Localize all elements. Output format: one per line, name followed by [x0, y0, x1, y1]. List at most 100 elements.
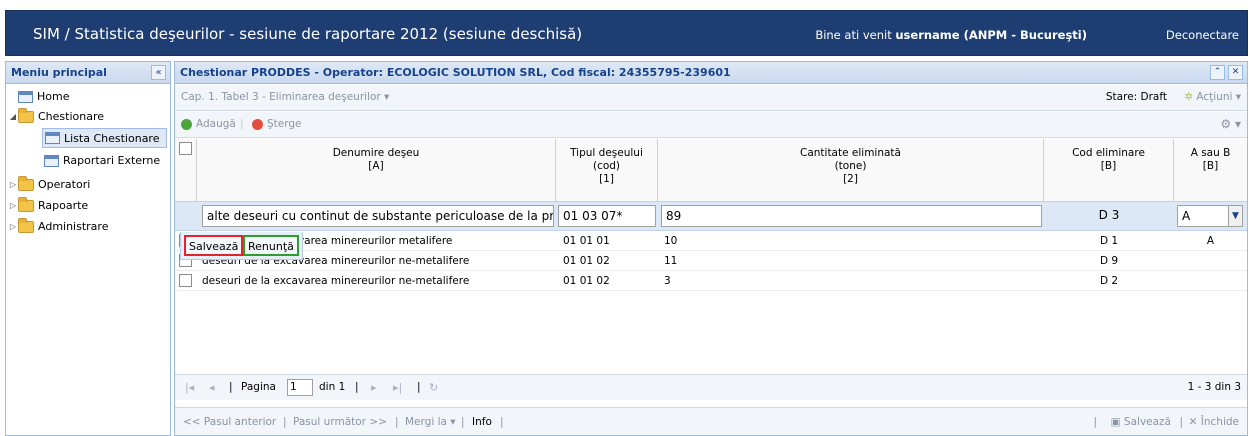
status-label: Stare: Draft [1105, 91, 1167, 103]
table-row[interactable]: deseuri de la excavarea minereurilor ne-… [175, 251, 1247, 271]
footer-separator: | [1093, 416, 1097, 428]
logout-link[interactable]: Deconectare [1166, 28, 1239, 42]
column-title: Denumire deşeu [332, 147, 420, 159]
maximize-icon[interactable]: ⌃ [1210, 65, 1225, 80]
cell-cantitate: 10 [664, 235, 678, 247]
info-button[interactable]: Info [472, 416, 492, 428]
cell-cod-eliminare: D 2 [1099, 275, 1119, 287]
row-checkbox[interactable] [179, 274, 192, 287]
add-label: Adaugă [196, 118, 236, 130]
footer-separator: | [283, 416, 287, 428]
actions-menu-button[interactable]: ✲ Acţiuni ▾ [1184, 91, 1241, 103]
menu-item-home[interactable]: Home [18, 90, 69, 103]
denumire-field[interactable]: alte deseuri cu continut de substante pe… [202, 205, 554, 227]
save-label: Salvează [1123, 416, 1171, 428]
column-index: [1] [599, 173, 614, 185]
footer-separator: | [461, 416, 465, 428]
column-header-cod-eliminare[interactable]: Cod eliminare [B] [1044, 139, 1174, 201]
cell-cod: 01 01 02 [563, 275, 610, 287]
column-title: A sau B [1190, 147, 1231, 159]
menu-item-rapoarte[interactable]: ▷ Rapoarte [8, 196, 89, 212]
next-page-icon[interactable]: ▸ [371, 381, 377, 394]
menu-item-label: Administrare [38, 220, 109, 233]
collapsed-arrow-icon[interactable]: ▷ [8, 180, 18, 189]
chapter-selector[interactable]: Cap. 1. Tabel 3 - Eliminarea deşeurilor … [181, 91, 389, 103]
menu-item-operatori[interactable]: ▷ Operatori [8, 175, 90, 191]
column-header-cantitate[interactable]: Cantitate eliminată (tone) [2] [658, 139, 1044, 201]
delete-label: Şterge [267, 118, 302, 130]
pager-separator: | [417, 381, 421, 393]
a-sau-b-select[interactable]: A ▼ [1177, 205, 1243, 227]
page-icon [45, 132, 60, 144]
cancel-row-button[interactable]: Renunţă [243, 235, 299, 256]
folder-icon [18, 217, 34, 233]
menu-header: Meniu principal « [6, 62, 170, 84]
collapsed-arrow-icon[interactable]: ▷ [8, 201, 18, 210]
pagination-bar: |◂ ◂ | Pagina 1 din 1 | ▸ ▸| | ↻ 1 - 3 d… [175, 374, 1247, 400]
save-row-button[interactable]: Salvează [184, 235, 244, 256]
table-row[interactable]: deseuri de la excavarea minereurilor met… [175, 231, 1247, 251]
cantitate-field[interactable]: 89 [661, 205, 1042, 227]
prev-page-icon[interactable]: ◂ [209, 381, 215, 394]
menu-item-label: Home [37, 90, 70, 103]
menu-item-raportari-externe[interactable]: Raportari Externe [44, 154, 160, 167]
column-header-a-sau-b[interactable]: A sau B [B] [1174, 139, 1247, 201]
next-step-button[interactable]: Pasul următor >> [293, 416, 387, 428]
actions-label: Acţiuni ▾ [1196, 91, 1241, 103]
chevron-down-icon[interactable]: ▼ [1228, 206, 1242, 226]
add-button[interactable]: Adaugă [181, 118, 236, 130]
close-button[interactable]: ✕ Închide [1189, 416, 1239, 428]
panel-title: Chestionar PRODDES - Operator: ECOLOGIC … [180, 66, 731, 79]
footer-separator: | [500, 416, 504, 428]
menu-item-label: Rapoarte [38, 199, 89, 212]
actions-icon: ✲ [1184, 91, 1197, 103]
cell-cod: 01 01 02 [563, 255, 610, 267]
collapsed-arrow-icon[interactable]: ▷ [8, 222, 18, 231]
menu-item-label: Raportari Externe [63, 154, 161, 167]
save-button[interactable]: ▣ Salvează [1111, 416, 1171, 428]
pager-separator: | [355, 381, 359, 393]
column-header-tip[interactable]: Tipul deşeului (cod) [1] [556, 139, 658, 201]
row-editor-buttons: Salvează Renunţă [180, 232, 303, 260]
cell-cantitate: 11 [664, 255, 678, 267]
collapse-menu-button[interactable]: « [151, 65, 166, 80]
last-page-icon[interactable]: ▸| [393, 381, 402, 394]
page-total: din 1 [319, 381, 346, 393]
app-title: SIM / Statistica deşeurilor - sesiune de… [33, 25, 583, 43]
pager-separator: | [229, 381, 233, 393]
folder-icon [18, 196, 34, 212]
column-unit: (cod) [592, 160, 621, 172]
column-header-denumire[interactable]: Denumire deşeu [A] [197, 139, 556, 201]
expand-arrow-icon[interactable]: ◢ [8, 112, 18, 121]
table-row[interactable]: deseuri de la excavarea minereurilor ne-… [175, 271, 1247, 291]
welcome-prefix: Bine ati venit [815, 28, 896, 42]
first-page-icon[interactable]: |◂ [185, 381, 194, 394]
column-title: Cod eliminare [1072, 147, 1145, 159]
row-editor: alte deseuri cu continut de substante pe… [175, 202, 1247, 231]
menu-item-lista-chestionare[interactable]: Lista Chestionare [42, 128, 167, 148]
close-x-icon: ✕ [1188, 416, 1201, 428]
delete-button[interactable]: Şterge [252, 118, 302, 130]
page-summary: 1 - 3 din 3 [1187, 381, 1241, 393]
delete-icon [252, 118, 263, 130]
goto-menu-button[interactable]: Mergi la ▾ [405, 416, 456, 428]
menu-item-chestionare[interactable]: ◢ Chestionare [8, 107, 104, 123]
main-menu-panel: Meniu principal « Home ◢ Chestionare Lis… [5, 61, 171, 436]
cell-cod: 01 01 01 [563, 235, 610, 247]
gear-icon[interactable]: ⚙ ▾ [1220, 117, 1241, 131]
select-all-checkbox[interactable] [179, 142, 192, 155]
previous-step-button[interactable]: << Pasul anterior [183, 416, 276, 428]
folder-icon [18, 175, 34, 191]
cell-a-sau-b: A [1206, 235, 1215, 247]
welcome-text: Bine ati venit username (ANPM - Bucureşt… [815, 28, 1087, 42]
grid-toolbar: Adaugă | Şterge ⚙ ▾ [175, 112, 1247, 138]
cod-field[interactable]: 01 03 07* [558, 205, 656, 227]
cell-cod-eliminare: D 9 [1099, 255, 1119, 267]
close-icon[interactable]: ✕ [1228, 65, 1243, 80]
menu-item-administrare[interactable]: ▷ Administrare [8, 217, 109, 233]
cod-eliminare-value[interactable]: D 3 [1044, 205, 1174, 227]
page-number-input[interactable]: 1 [287, 379, 313, 396]
refresh-icon[interactable]: ↻ [429, 381, 438, 394]
column-unit: (tone) [834, 160, 867, 172]
column-title: Tipul deşeului [570, 147, 643, 159]
